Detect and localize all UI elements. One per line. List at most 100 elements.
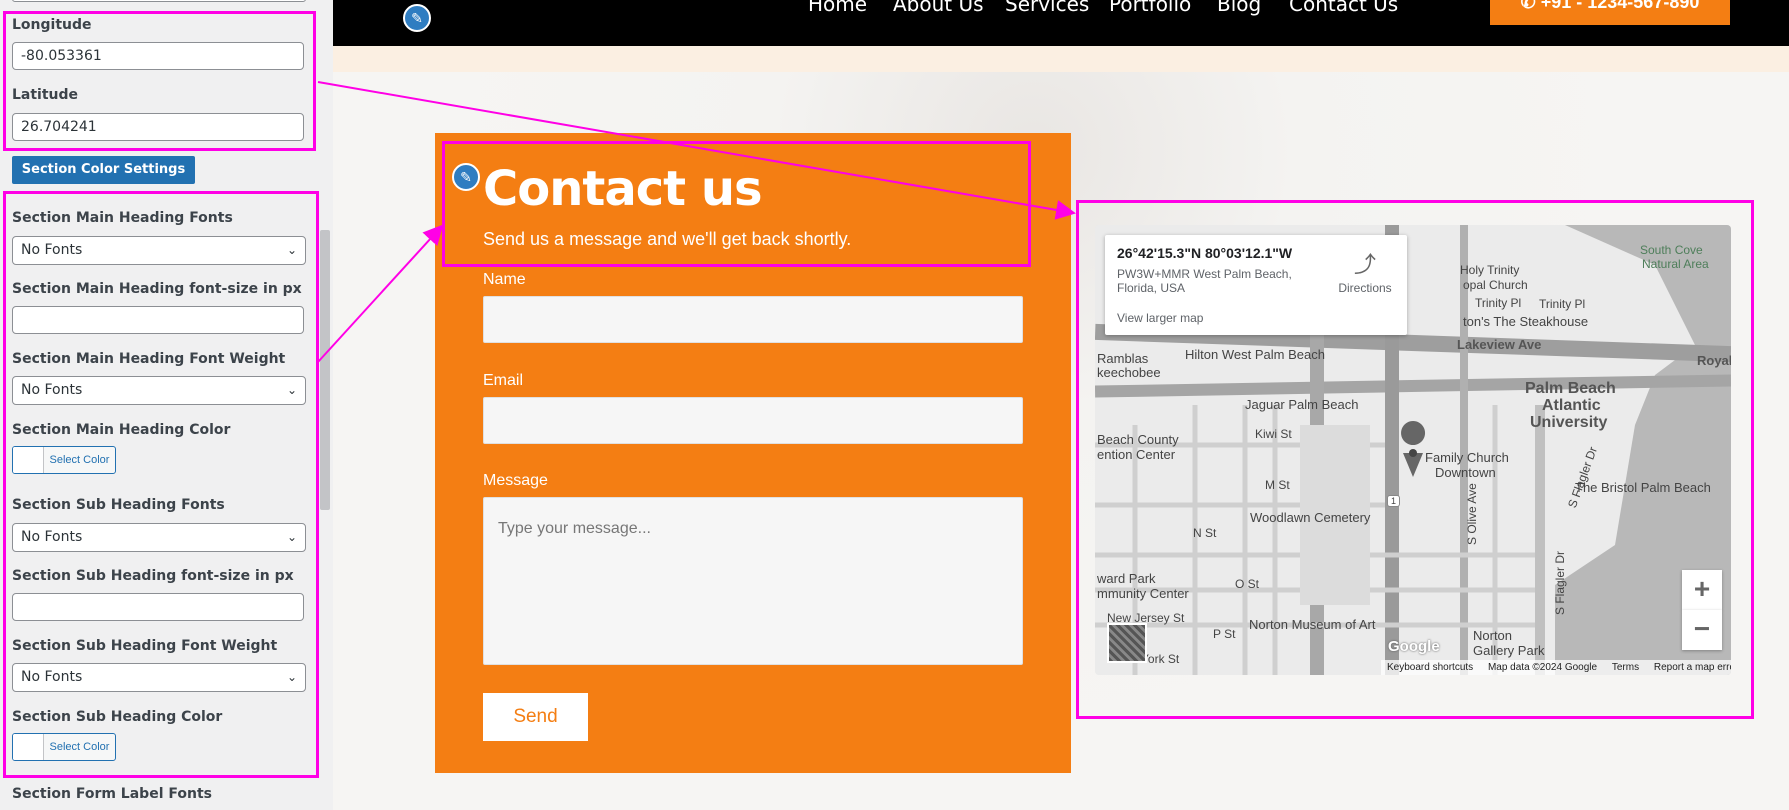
map-label-convention: ention Center [1097,447,1176,462]
map-label-royal: Royal P [1697,353,1731,368]
map-label-p-st: P St [1213,627,1236,641]
map-label-south-cove: South Cove [1640,243,1703,257]
map-label-flagler: S Flagler Dr [1553,550,1567,615]
sub-heading-weight-label: Section Sub Heading Font Weight [12,638,278,654]
site-navbar: Home About Us Services Portfolio Blog Co… [333,0,1789,46]
map-label-okeechobee: keechobee [1097,365,1161,380]
phone-number: +91 - 1234-567-890 [1540,0,1700,12]
name-label: Name [483,271,526,288]
message-label: Message [483,472,548,489]
view-larger-map-link[interactable]: View larger map [1117,311,1203,325]
main-heading-weight-label: Section Main Heading Font Weight [12,351,286,367]
map-info-card: 26°42'15.3"N 80°03'12.1"W PW3W+MMR West … [1105,235,1407,335]
main-heading-weight-select[interactable]: No Fonts ⌄ [12,376,306,405]
map-label-lakeview: Lakeview Ave [1457,337,1542,352]
color-swatch [13,447,44,473]
nav-about-us[interactable]: About Us [893,0,984,16]
customizer-panel: Longitude -80.053361 Latitude 26.704241 … [0,0,333,810]
map-label-norton-museum: Norton Museum of Art [1249,617,1376,632]
map-label-o-st: O St [1235,577,1260,591]
map-label-howard-park: ward Park [1097,571,1156,586]
google-map[interactable]: Holy Trinity opal Church South Cove Natu… [1095,225,1731,675]
longitude-label: Longitude [12,17,92,33]
map-label-kiwi: Kiwi St [1255,427,1292,441]
zoom-out-button[interactable]: − [1682,610,1722,650]
edit-pencil-icon[interactable]: ✎ [452,163,480,191]
email-input[interactable] [483,397,1023,444]
section-color-settings-button[interactable]: Section Color Settings [12,156,195,184]
latitude-input[interactable]: 26.704241 [12,113,304,141]
map-label-steakhouse: ton's The Steakhouse [1463,314,1589,329]
previous-field[interactable] [12,0,306,2]
sub-heading-size-input[interactable] [12,593,304,621]
sub-heading-weight-value: No Fonts [21,669,83,685]
form-label-fonts-label: Section Form Label Fonts [12,786,212,802]
zoom-in-button[interactable]: + [1682,570,1722,610]
map-label-family-church-2: Downtown [1435,465,1496,480]
nav-home[interactable]: Home [808,0,867,16]
directions-label: Directions [1338,281,1392,295]
directions-icon: ⤴ [1353,252,1376,277]
edit-pencil-icon[interactable]: ✎ [403,4,431,32]
chevron-down-icon: ⌄ [286,383,297,397]
message-textarea[interactable]: Type your message... [483,497,1023,665]
map-label-community-center: mmunity Center [1097,586,1189,601]
main-heading-size-input[interactable] [12,306,304,334]
site-preview: Home About Us Services Portfolio Blog Co… [333,0,1789,810]
contact-form-card: ✎ Contact us Send us a message and we'll… [435,133,1071,773]
nav-services[interactable]: Services [1005,0,1089,16]
map-label-family-church-1: Family Church [1425,450,1509,465]
sub-heading-weight-select[interactable]: No Fonts ⌄ [12,663,306,692]
longitude-input[interactable]: -80.053361 [12,42,304,70]
nav-blog[interactable]: Blog [1217,0,1261,16]
sub-heading-fonts-select[interactable]: No Fonts ⌄ [12,523,306,552]
main-heading-fonts-select[interactable]: No Fonts ⌄ [12,236,306,265]
satellite-toggle[interactable] [1107,623,1147,663]
map-label-bristol: The Bristol Palm Beach [1575,480,1711,495]
directions-button[interactable]: ⤴ Directions [1330,247,1400,295]
map-label-trinity-pl-2: Trinity Pl [1539,297,1586,311]
sub-heading-fonts-label: Section Sub Heading Fonts [12,497,225,513]
map-label-pba-2: Atlantic [1542,397,1601,414]
map-label-woodlawn: Woodlawn Cemetery [1250,510,1371,525]
chevron-down-icon: ⌄ [286,530,297,544]
map-coordinates: 26°42'15.3"N 80°03'12.1"W [1117,245,1293,261]
main-heading-fonts-label: Section Main Heading Fonts [12,210,233,226]
map-label-pba-1: Palm Beach [1525,380,1616,397]
panel-scrollbar[interactable] [320,230,330,510]
keyboard-shortcuts-link[interactable]: Keyboard shortcuts [1387,662,1473,673]
map-label-trinity-pl: Trinity Pl [1475,296,1522,310]
sub-heading-color-button[interactable]: Select Color [12,733,116,761]
name-input[interactable] [483,296,1023,343]
main-heading-weight-value: No Fonts [21,382,83,398]
phone-button[interactable]: ✆ +91 - 1234-567-890 [1490,0,1730,25]
contact-title: Contact us [483,161,763,217]
email-label: Email [483,372,524,389]
map-label-beach-county: Beach County [1097,432,1179,447]
map-data-text: Map data ©2024 Google [1487,662,1598,673]
map-label-m-st: M St [1265,478,1290,492]
main-heading-size-label: Section Main Heading font-size in px [12,281,302,297]
main-heading-color-button[interactable]: Select Color [12,446,116,474]
map-label-episcopal: opal Church [1463,278,1528,292]
sub-heading-color-label: Section Sub Heading Color [12,709,223,725]
map-label-norton-gallery-1: Norton [1473,628,1513,643]
map-label-hilton: Hilton West Palm Beach [1185,347,1325,362]
terms-link[interactable]: Terms [1612,662,1639,673]
map-address: PW3W+MMR West Palm Beach, Florida, USA [1117,267,1292,295]
nav-contact-us[interactable]: Contact Us [1289,0,1398,16]
nav-portfolio[interactable]: Portfolio [1109,0,1191,16]
map-label-holy-trinity: Holy Trinity [1460,263,1520,277]
map-label-ramblas: Ramblas [1097,351,1149,366]
color-swatch [13,734,44,760]
map-label-olive: S Olive Ave [1465,483,1479,545]
route-1-shield: 1 [1387,495,1401,507]
map-label-n-st: N St [1193,526,1217,540]
latitude-label: Latitude [12,87,79,103]
report-error-link[interactable]: Report a map error [1654,662,1731,673]
map-label-jaguar: Jaguar Palm Beach [1245,397,1359,412]
send-button[interactable]: Send [483,693,588,741]
chevron-down-icon: ⌄ [286,670,297,684]
map-label-natural-area: Natural Area [1642,257,1709,271]
main-heading-color-label: Section Main Heading Color [12,422,231,438]
